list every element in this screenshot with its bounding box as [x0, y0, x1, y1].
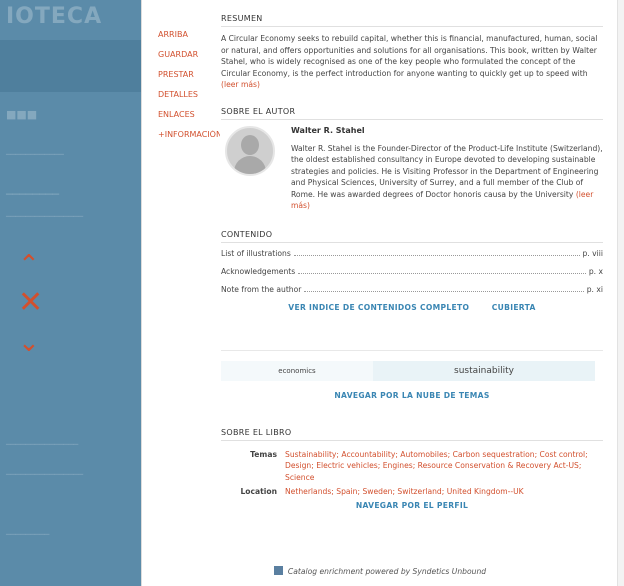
- toc-row: Acknowledgements p. x: [221, 267, 603, 276]
- toc-row: List of illustrations p. viii: [221, 249, 603, 258]
- read-more-link[interactable]: (leer más): [221, 80, 260, 89]
- background-text: ────────: [6, 188, 59, 201]
- toc-leader: [304, 290, 584, 292]
- author-info: Walter R. Stahel Walter R. Stahel is the…: [291, 126, 603, 212]
- content-column: RESUMEN A Circular Economy seeks to rebu…: [221, 14, 603, 510]
- toc-entry-page: p. viii: [582, 248, 603, 258]
- toc-links: VER INDICE DE CONTENIDOS COMPLETO CUBIER…: [221, 303, 603, 312]
- scrollbar-track[interactable]: [617, 0, 624, 586]
- tag-cloud: economics sustainability: [221, 349, 603, 381]
- menu-item-enlaces[interactable]: ENLACES: [158, 110, 220, 119]
- section-title-contenido: CONTENIDO: [221, 230, 603, 243]
- author-name: Walter R. Stahel: [291, 125, 365, 135]
- section-menu: ARRIBA GUARDAR PRESTAR DETALLES ENLACES …: [158, 30, 220, 150]
- toc-leader: [298, 272, 586, 274]
- tag-economics[interactable]: economics: [221, 360, 373, 381]
- background-text: ────────────: [6, 150, 64, 159]
- location-links[interactable]: Netherlands; Spain; Sweden; Switzerland;…: [285, 486, 524, 498]
- menu-item-arriba[interactable]: ARRIBA: [158, 30, 220, 39]
- background-text: ────────────────: [6, 470, 84, 479]
- library-logo: IOTECA: [6, 4, 103, 29]
- menu-item-mas-informacion[interactable]: +INFORMACIÓN: [158, 130, 220, 139]
- menu-item-guardar[interactable]: GUARDAR: [158, 50, 220, 59]
- book-subjects: Temas Sustainability; Accountability; Au…: [221, 449, 603, 498]
- toc-entry-label: Acknowledgements: [221, 266, 296, 276]
- cover-link[interactable]: CUBIERTA: [492, 303, 536, 312]
- author-bio-body: Walter R. Stahel is the Founder-Director…: [291, 143, 603, 199]
- background-text: ■■■: [6, 108, 38, 121]
- toc-entry-page: p. x: [588, 266, 603, 276]
- author-block: Walter R. Stahel Walter R. Stahel is the…: [221, 125, 603, 212]
- summary-text: A Circular Economy seeks to rebuild capi…: [221, 33, 603, 91]
- menu-item-prestar[interactable]: PRESTAR: [158, 70, 220, 79]
- section-title-autor: SOBRE EL AUTOR: [221, 107, 603, 120]
- background-header-band: [0, 40, 141, 92]
- background-text: ────────────────: [6, 212, 84, 221]
- browse-profile-link[interactable]: NAVEGAR POR EL PERFIL: [356, 501, 468, 510]
- subjects-label: Temas: [250, 449, 277, 459]
- scroll-down-icon[interactable]: ⌄: [18, 330, 40, 356]
- scroll-up-icon[interactable]: ⌃: [18, 252, 40, 278]
- author-avatar: [225, 125, 275, 176]
- toc-entry-label: List of illustrations: [221, 248, 291, 258]
- close-icon[interactable]: ✕: [18, 288, 43, 318]
- avatar-body-shape: [234, 155, 266, 174]
- location-label: Location: [240, 487, 277, 496]
- syndetics-footer: Catalog enrichment powered by Syndetics …: [142, 566, 618, 576]
- summary-body: A Circular Economy seeks to rebuild capi…: [221, 34, 598, 78]
- background-text: ───────────────: [6, 440, 79, 449]
- footer-text[interactable]: Catalog enrichment powered by Syndetics …: [288, 567, 486, 576]
- background-text: ─────────: [6, 530, 50, 539]
- toc-list: List of illustrations p. viii Acknowledge…: [221, 249, 603, 294]
- toc-entry-label: Note from the author: [221, 284, 302, 294]
- author-bio: Walter R. Stahel is the Founder-Director…: [291, 143, 603, 212]
- subjects-links[interactable]: Sustainability; Accountability; Automobi…: [285, 449, 603, 484]
- menu-item-detalles[interactable]: DETALLES: [158, 90, 220, 99]
- avatar-head-shape: [241, 134, 259, 155]
- section-title-libro: SOBRE EL LIBRO: [221, 428, 603, 441]
- toc-leader: [293, 254, 580, 256]
- toc-row: Note from the author p. xi: [221, 285, 603, 294]
- background-page-overlay: IOTECA ■■■ ──────────── ──────── ───────…: [0, 0, 141, 586]
- section-title-resumen: RESUMEN: [221, 14, 603, 27]
- profile-links: NAVEGAR POR EL PERFIL: [221, 501, 603, 510]
- location-row: Location Netherlands; Spain; Sweden; Swi…: [221, 486, 603, 498]
- full-toc-link[interactable]: VER INDICE DE CONTENIDOS COMPLETO: [288, 303, 469, 312]
- record-detail-panel: ARRIBA GUARDAR PRESTAR DETALLES ENLACES …: [141, 0, 618, 586]
- toc-entry-page: p. xi: [586, 284, 603, 294]
- syndetics-icon: [273, 566, 283, 575]
- tag-sustainability[interactable]: sustainability: [373, 360, 595, 381]
- subjects-row: Temas Sustainability; Accountability; Au…: [221, 449, 603, 484]
- tag-cloud-links: NAVEGAR POR LA NUBE DE TEMAS: [221, 391, 603, 400]
- browse-tag-cloud-link[interactable]: NAVEGAR POR LA NUBE DE TEMAS: [334, 391, 489, 400]
